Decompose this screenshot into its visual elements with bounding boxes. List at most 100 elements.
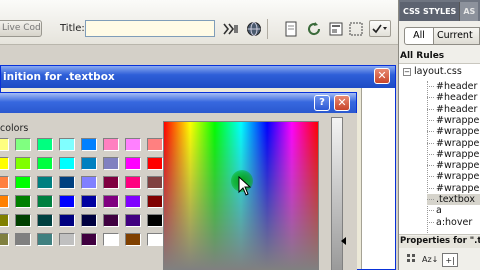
stylesheet-node[interactable]: − layout.css [403,66,462,77]
color-swatch[interactable] [37,214,53,227]
color-picker-dialog: ? ✕ colors [0,92,357,270]
color-swatch[interactable] [103,138,119,151]
help-button[interactable]: ? [314,95,330,111]
css-rule-item[interactable]: #wrapper [427,138,480,149]
color-swatch[interactable] [81,214,97,227]
set-properties-view-button[interactable]: +| [442,253,458,267]
color-swatch[interactable] [15,233,31,246]
color-swatch[interactable] [37,195,53,208]
properties-heading: Properties for ".t [399,236,480,248]
color-swatch[interactable] [103,176,119,189]
css-rule-item[interactable]: a [427,205,480,216]
document-toolbar: Live Code Title: [0,0,398,45]
color-spectrum[interactable] [163,121,319,270]
color-swatch[interactable] [15,195,31,208]
color-swatch[interactable] [15,176,31,189]
color-swatch[interactable] [81,176,97,189]
css-rule-item[interactable]: #wrapper [427,126,480,137]
collapse-icon[interactable]: − [403,68,411,76]
color-swatch[interactable] [81,138,97,151]
alphabetical-view-button[interactable]: Az↓ [420,253,440,267]
color-swatch[interactable] [0,214,9,227]
color-swatch[interactable] [81,233,97,246]
color-swatch[interactable] [103,214,119,227]
category-view-icon[interactable] [404,253,418,267]
panel-tab-strip: CSS STYLES AS [399,0,480,21]
css-rule-item[interactable]: #wrapper [427,115,480,126]
color-swatch[interactable] [59,214,75,227]
view-options-icon[interactable] [327,20,345,38]
validate-icon[interactable] [369,20,391,37]
luminance-arrow-icon[interactable] [341,237,346,245]
mouse-pointer-icon [238,176,252,196]
color-swatch[interactable] [125,195,141,208]
current-mode-button[interactable]: Current [434,27,480,45]
css-rule-item[interactable]: a:hover [427,217,480,228]
css-rule-item[interactable]: #header a:h [427,104,480,115]
color-swatch[interactable] [37,233,53,246]
color-swatch[interactable] [147,138,163,151]
css-rule-item[interactable]: #header [427,81,480,92]
rules-tree: −layout.css #header#header a#header a:h#… [399,63,480,235]
color-swatch[interactable] [37,138,53,151]
dialog-close-button[interactable]: ✕ [374,68,390,84]
color-swatch[interactable] [59,176,75,189]
all-rules-heading: All Rules [400,51,445,61]
color-swatch[interactable] [59,157,75,170]
color-swatch[interactable] [59,138,75,151]
color-swatch[interactable] [147,176,163,189]
properties-toolbar: Az↓ +| [399,250,480,270]
color-swatch[interactable] [147,233,163,246]
color-swatch[interactable] [103,157,119,170]
basic-colors-grid [0,138,163,246]
tab-css-styles[interactable]: CSS STYLES [400,2,460,21]
color-swatch[interactable] [103,195,119,208]
globe-icon[interactable] [245,20,263,38]
color-swatch[interactable] [15,157,31,170]
color-swatch[interactable] [0,233,9,246]
color-swatch[interactable] [103,233,119,246]
color-swatch[interactable] [59,233,75,246]
file-management-icon[interactable] [222,20,240,38]
dialog-title: inition for .textbox [1,66,395,88]
color-swatch[interactable] [59,195,75,208]
color-swatch[interactable] [0,195,9,208]
color-picker-close-button[interactable]: ✕ [334,95,350,111]
preview-icon[interactable] [282,20,300,38]
all-mode-button[interactable]: All [404,27,434,45]
color-swatch[interactable] [81,157,97,170]
color-swatch[interactable] [37,176,53,189]
luminance-slider[interactable] [331,117,343,270]
title-input[interactable] [85,20,215,37]
css-rule-item[interactable]: .textbox [427,194,480,206]
dreamweaver-workspace: Live Code Title: CSS STYLES AS All Curre… [0,0,480,270]
css-rule-item[interactable]: #wrapper [427,149,480,160]
color-swatch[interactable] [125,138,141,151]
color-swatch[interactable] [125,214,141,227]
color-picker-titlebar [0,93,356,113]
tab-ap-elements[interactable]: AS [459,2,479,21]
color-swatch[interactable] [125,157,141,170]
refresh-icon[interactable] [305,20,323,38]
css-rule-item[interactable]: #wrapper [427,183,480,194]
color-swatch[interactable] [147,157,163,170]
color-swatch[interactable] [147,214,163,227]
color-swatch[interactable] [15,214,31,227]
color-swatch[interactable] [0,138,9,151]
color-swatch[interactable] [147,195,163,208]
css-rule-item[interactable]: #wrapper [427,160,480,171]
color-swatch[interactable] [15,138,31,151]
view-mode-toggle: All Current [404,27,480,45]
color-swatch[interactable] [125,176,141,189]
toolbar-separator [267,19,268,39]
color-swatch[interactable] [0,157,9,170]
css-rule-item[interactable]: #header a [427,92,480,103]
css-rule-item[interactable]: #wrapper [427,171,480,182]
color-swatch[interactable] [37,157,53,170]
color-swatch[interactable] [81,195,97,208]
color-swatch[interactable] [125,233,141,246]
color-swatch[interactable] [0,176,9,189]
visual-aids-icon[interactable] [347,20,365,38]
basic-colors-label: colors [0,123,29,134]
live-code-button[interactable]: Live Code [0,20,42,37]
